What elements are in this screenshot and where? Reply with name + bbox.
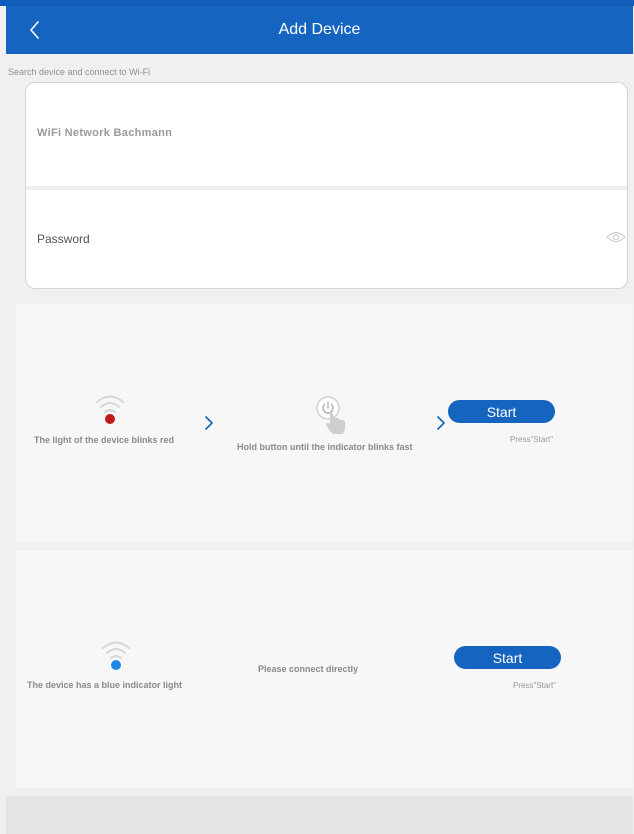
- hold-button-icon: [316, 396, 346, 434]
- blue-indicator-panel: The device has a blue indicator light Pl…: [16, 550, 633, 788]
- wifi-network-name: WiFi Network Bachmann: [37, 127, 173, 139]
- eye-icon[interactable]: [606, 230, 626, 244]
- chevron-left-icon[interactable]: [24, 18, 48, 42]
- content-area: Search device and connect to Wi-Fi WiFi …: [6, 54, 633, 834]
- step-blue-light-label: The device has a blue indicator light: [27, 680, 183, 690]
- hint-text: Search device and connect to Wi-Fi: [8, 67, 151, 77]
- wifi-network-row[interactable]: WiFi Network Bachmann: [26, 83, 627, 186]
- step-red-blink-label: The light of the device blinks red: [34, 435, 175, 445]
- app-header: Add Device: [6, 6, 633, 54]
- page-title: Add Device: [278, 21, 361, 38]
- chevron-right-icon: [437, 416, 445, 430]
- step-hold-button-label: Hold button until the indicator blinks f…: [237, 442, 413, 452]
- chevron-right-icon: [205, 416, 213, 430]
- password-row: [26, 190, 627, 288]
- wifi-blue-light-icon: [102, 641, 130, 670]
- wifi-form-card: WiFi Network Bachmann: [25, 82, 628, 289]
- start-button[interactable]: Start: [454, 646, 561, 669]
- wifi-red-light-icon: [96, 395, 124, 424]
- red-indicator-panel: The light of the device blinks red Hold …: [16, 304, 633, 542]
- start-button[interactable]: Start: [448, 400, 555, 423]
- press-start-hint: Press"Start": [510, 435, 554, 444]
- press-start-hint: Press"Start": [513, 681, 557, 690]
- step-connect-directly-label: Please connect directly: [258, 664, 359, 674]
- bottom-area: [6, 796, 633, 834]
- password-input[interactable]: [35, 224, 579, 254]
